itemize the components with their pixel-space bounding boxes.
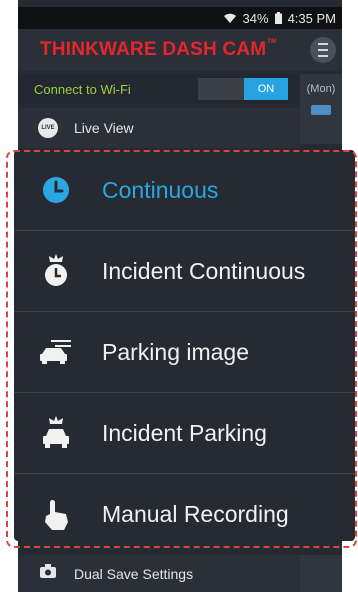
highlight-frame — [6, 150, 357, 548]
live-icon: LIVE — [38, 118, 58, 138]
status-bar: 34% 4:35 PM — [18, 7, 342, 29]
wifi-toggle[interactable]: ON — [198, 78, 288, 100]
camera-save-icon — [40, 564, 56, 583]
live-view-item[interactable]: LIVE Live View — [18, 108, 300, 148]
dual-save-label: Dual Save Settings — [74, 565, 194, 582]
toggle-on-label: ON — [244, 78, 288, 100]
toggle-track — [198, 78, 244, 100]
app-header: THINKWARE DASH CAMTM — [18, 29, 342, 71]
menu-button[interactable] — [310, 37, 336, 63]
battery-icon — [274, 12, 282, 24]
app-title: THINKWARE DASH CAMTM — [40, 39, 277, 60]
side-panel: (Mon) — [300, 74, 342, 144]
trademark-mark: TM — [267, 39, 277, 45]
wifi-signal-icon — [223, 13, 236, 23]
video-thumbnail-icon — [311, 105, 331, 115]
day-label: (Mon) — [306, 83, 336, 95]
side-panel-bottom — [300, 555, 342, 592]
dual-save-item[interactable]: Dual Save Settings — [18, 555, 300, 592]
wifi-row[interactable]: Connect to Wi-Fi ON — [18, 74, 300, 104]
live-view-label: Live View — [74, 120, 134, 136]
battery-percent: 34% — [242, 10, 269, 26]
clock-time: 4:35 PM — [287, 10, 336, 26]
wifi-label: Connect to Wi-Fi — [34, 81, 131, 97]
hamburger-icon — [318, 41, 328, 59]
